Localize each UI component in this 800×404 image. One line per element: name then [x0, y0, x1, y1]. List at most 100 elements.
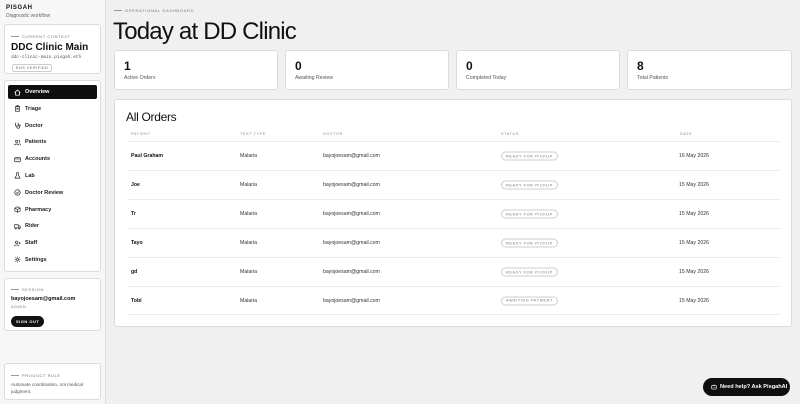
date-cell: 15 May 2026 — [679, 269, 709, 275]
stat-label: Total Patients — [637, 75, 669, 81]
brand-subtitle: Diagnostic workflow — [6, 13, 51, 19]
table-row[interactable]: Paul Graham Malaria bayojoesam@gmail.com… — [127, 141, 780, 170]
sidebar-item-label: Accounts — [25, 156, 51, 163]
sidebar-item-label: Doctor — [25, 122, 43, 129]
stat-label: Active Orders — [124, 75, 156, 81]
sidebar-item-rider[interactable]: Rider — [8, 219, 97, 233]
context-kicker: CURRENT CONTEXT — [11, 34, 71, 39]
users-icon — [13, 138, 21, 146]
flask-icon — [13, 172, 21, 180]
sidebar-nav: Overview Triage Doctor Patients Accounts… — [4, 80, 101, 272]
stat-value: 0 — [466, 59, 473, 73]
context-title: DDC Clinic Main — [11, 42, 89, 53]
sidebar-item-staff[interactable]: Staff — [8, 236, 97, 250]
ens-verified-badge: ENS VERIFIED — [12, 64, 53, 72]
session-card: SESSION bayojoesam@gmail.com ADMIN SIGN … — [4, 278, 101, 331]
home-icon — [13, 88, 21, 96]
chat-bot-icon — [711, 384, 717, 390]
sidebar-item-doctor[interactable]: Doctor — [8, 119, 97, 133]
table-row[interactable]: Joe Malaria bayojoesam@gmail.com READY F… — [127, 170, 780, 199]
orders-title: All Orders — [126, 110, 177, 124]
table-row[interactable]: Tayo Malaria bayojoesam@gmail.com READY … — [127, 228, 780, 257]
test-type-cell: Malaria — [240, 182, 258, 188]
test-type-cell: Malaria — [240, 240, 258, 246]
column-header-status: STATUS — [501, 132, 520, 136]
status-badge: READY FOR PICKUP — [501, 238, 558, 248]
sidebar-item-patients[interactable]: Patients — [8, 135, 97, 149]
date-cell: 16 May 2026 — [679, 153, 709, 159]
doctor-cell: bayojoesam@gmail.com — [323, 297, 380, 304]
stat-value: 8 — [637, 59, 644, 73]
doctor-cell: bayojoesam@gmail.com — [323, 240, 380, 246]
orders-table-card: All Orders PATIENT TEST TYPE DOCTOR STAT… — [114, 99, 792, 327]
column-header-patient: PATIENT — [131, 132, 151, 136]
column-header-date: DATE — [680, 132, 693, 136]
test-type-cell: Malaria — [240, 269, 258, 275]
patient-cell: Joe — [131, 182, 140, 188]
page-title: Today at DD Clinic — [113, 18, 297, 45]
stat-card-completed-today: 0 Completed Today — [456, 50, 620, 90]
doctor-cell: bayojoesam@gmail.com — [323, 211, 380, 217]
stat-label: Completed Today — [466, 75, 507, 81]
check-circle-icon — [13, 189, 21, 197]
brand-name: PISGAH — [6, 5, 33, 11]
product-rule-card: PRODUCT RULE Automate coordination, not … — [4, 363, 101, 400]
sidebar-item-settings[interactable]: Settings — [8, 253, 97, 267]
pill-box-icon — [13, 206, 21, 214]
page-eyebrow: OPERATIONAL DASHBOARD — [114, 8, 195, 13]
date-cell: 15 May 2026 — [679, 182, 709, 188]
stat-value: 1 — [124, 59, 131, 73]
sidebar-item-lab[interactable]: Lab — [8, 169, 97, 183]
table-row[interactable]: Tobi Malaria bayojoesam@gmail.com AWAITI… — [127, 286, 780, 315]
gear-icon — [13, 256, 21, 264]
test-type-cell: Malaria — [240, 211, 258, 217]
sidebar-item-label: Lab — [25, 172, 35, 179]
column-header-test-type: TEST TYPE — [240, 132, 266, 136]
sidebar: PISGAH Diagnostic workflow CURRENT CONTE… — [0, 0, 106, 404]
test-type-cell: Malaria — [240, 297, 258, 304]
doctor-cell: bayojoesam@gmail.com — [323, 182, 380, 188]
patient-cell: Tobi — [131, 297, 142, 304]
stat-card-active-orders: 1 Active Orders — [114, 50, 278, 90]
patient-cell: Tr — [131, 211, 136, 217]
doctor-cell: bayojoesam@gmail.com — [323, 269, 380, 275]
sidebar-item-overview[interactable]: Overview — [8, 85, 97, 99]
stethoscope-icon — [13, 122, 21, 130]
wallet-icon — [13, 155, 21, 163]
product-rule-kicker: PRODUCT RULE — [11, 373, 61, 378]
status-badge: READY FOR PICKUP — [501, 180, 558, 190]
sidebar-item-label: Staff — [25, 240, 38, 247]
sidebar-item-label: Pharmacy — [25, 206, 52, 213]
sidebar-item-label: Triage — [25, 105, 42, 112]
clipboard-icon — [13, 105, 21, 113]
sidebar-item-label: Patients — [25, 139, 47, 146]
status-badge: READY FOR PICKUP — [501, 151, 558, 161]
table-row[interactable]: gd Malaria bayojoesam@gmail.com READY FO… — [127, 257, 780, 286]
date-cell: 15 May 2026 — [679, 297, 709, 304]
sidebar-item-triage[interactable]: Triage — [8, 102, 97, 116]
sidebar-item-label: Overview — [25, 89, 50, 95]
sidebar-item-pharmacy[interactable]: Pharmacy — [8, 203, 97, 217]
current-context-card: CURRENT CONTEXT DDC Clinic Main ddc-clin… — [4, 24, 101, 74]
sidebar-item-label: Doctor Review — [25, 189, 64, 196]
column-header-doctor: DOCTOR — [323, 132, 343, 136]
date-cell: 15 May 2026 — [679, 240, 709, 246]
sign-out-button[interactable]: SIGN OUT — [11, 316, 45, 327]
doctor-cell: bayojoesam@gmail.com — [323, 153, 380, 159]
sidebar-item-accounts[interactable]: Accounts — [8, 152, 97, 166]
session-role: ADMIN — [11, 305, 27, 309]
truck-icon — [13, 222, 21, 230]
status-badge: AWAITING PAYMENT — [501, 296, 558, 305]
sidebar-item-doctor-review[interactable]: Doctor Review — [8, 186, 97, 200]
patient-cell: Tayo — [131, 240, 143, 246]
sidebar-item-label: Rider — [25, 223, 40, 230]
session-email: bayojoesam@gmail.com — [11, 296, 76, 302]
table-row[interactable]: Tr Malaria bayojoesam@gmail.com READY FO… — [127, 199, 780, 228]
ask-pisgah-ai-button[interactable]: Need help? Ask PisgahAI — [703, 378, 790, 396]
help-label: Need help? Ask PisgahAI — [720, 384, 788, 390]
patient-cell: gd — [131, 269, 138, 275]
context-slug: ddc-clinic-main.pisgah.eth — [11, 55, 82, 60]
sidebar-item-label: Settings — [25, 256, 47, 263]
session-kicker: SESSION — [11, 287, 44, 292]
test-type-cell: Malaria — [240, 153, 258, 159]
